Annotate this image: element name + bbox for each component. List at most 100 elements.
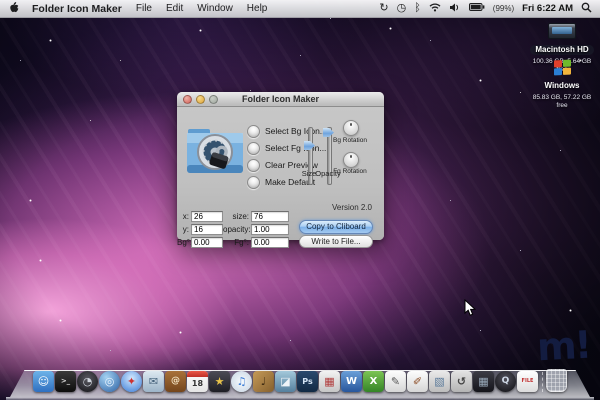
document-pen-icon: ✐ <box>413 376 422 387</box>
dock-item-document-pencil[interactable]: ✎ <box>385 371 406 392</box>
photoshop-icon: Ps <box>302 378 312 386</box>
wifi-icon[interactable] <box>429 2 441 15</box>
photo-file-icon: ▧ <box>434 376 444 387</box>
apple-menu[interactable] <box>9 1 20 17</box>
version-text: Version 2.0 <box>332 203 372 212</box>
dock-item-document-pen[interactable]: ✐ <box>407 371 428 392</box>
document-pencil-icon: ✎ <box>391 376 400 387</box>
menu-window[interactable]: Window <box>197 3 233 14</box>
app-dark-tiles-icon: ▦ <box>478 376 488 387</box>
bg-rotation-label: Bg Rotation <box>325 137 375 144</box>
menu-help[interactable]: Help <box>247 3 268 14</box>
app-rotate-box-icon: ↺ <box>457 376 466 387</box>
windows-logo-icon <box>554 60 571 76</box>
bluetooth-icon[interactable]: ᛒ <box>414 3 421 14</box>
window-titlebar[interactable]: Folder Icon Maker <box>177 92 384 107</box>
fg-deg-field[interactable] <box>251 237 289 248</box>
dock-item-mail[interactable]: ✉ <box>143 371 164 392</box>
fg-rotation-knob[interactable] <box>343 152 359 168</box>
dock-item-address-book[interactable]: @ <box>165 371 186 392</box>
mail-icon: ✉ <box>149 376 158 387</box>
minimize-button[interactable] <box>196 95 205 104</box>
dock-item-finder[interactable]: ☺ <box>33 371 54 392</box>
macupdate-watermark: m! <box>536 323 591 370</box>
opacity-slider-thumb[interactable] <box>323 128 334 137</box>
ical-icon: 18 <box>192 380 203 388</box>
menu-clock[interactable]: Fri 6:22 AM <box>522 3 573 14</box>
x-field[interactable] <box>191 211 223 222</box>
menu-bar: Folder Icon Maker File Edit Window Help … <box>0 0 600 18</box>
terminal-icon: >_ <box>61 378 70 385</box>
desktop-icon-windows[interactable]: Windows 85.83 GB, 57.22 GB free <box>530 60 594 110</box>
iphoto-icon: ◪ <box>280 376 290 387</box>
spotlight-icon[interactable] <box>581 2 592 16</box>
dock-item-app-sphere-lock[interactable]: ◎ <box>99 371 120 392</box>
volume-info: 85.83 GB, 57.22 GB free <box>530 94 594 110</box>
y-field-label: y: <box>177 225 189 234</box>
dock-item-app-colored-blocks[interactable]: ▦ <box>319 371 340 392</box>
dock-item-quicktime[interactable]: Q <box>495 371 516 392</box>
window-content: Select Bg Icon... Select Fg Icon... Clea… <box>177 107 384 240</box>
excel-icon: X <box>370 377 378 387</box>
volume-label: Macintosh HD <box>530 45 593 55</box>
folder-icon-maker-window: Folder Icon Maker <box>177 92 384 240</box>
itunes-icon: ♫ <box>237 376 247 387</box>
dock-item-photo-file[interactable]: ▧ <box>429 371 450 392</box>
sync-icon[interactable]: ↻ <box>379 3 388 14</box>
dock-item-ical[interactable]: 18 <box>187 371 208 392</box>
zoom-button[interactable] <box>209 95 218 104</box>
dock-item-app-rotate-box[interactable]: ↺ <box>451 371 472 392</box>
volume-icon[interactable] <box>449 3 461 15</box>
dock-item-word[interactable]: W <box>341 371 362 392</box>
garageband-icon: ♩ <box>261 376 266 387</box>
app-sphere-lock-icon: ◎ <box>105 376 115 387</box>
close-button[interactable] <box>183 95 192 104</box>
battery-percent: (99%) <box>493 4 514 13</box>
folder-preview <box>185 121 245 179</box>
word-icon: W <box>346 377 357 387</box>
copy-to-clipboard-button[interactable]: Copy to Cliboard <box>299 220 373 234</box>
bg-deg-field[interactable] <box>191 237 223 248</box>
dock-item-garageband[interactable]: ♩ <box>253 371 274 392</box>
dock-item-excel[interactable]: X <box>363 371 384 392</box>
volume-label: Windows <box>539 81 584 91</box>
quicktime-icon: Q <box>502 377 510 386</box>
finder-icon: ☺ <box>38 376 49 387</box>
opacity-field-label: opacity: <box>223 225 249 234</box>
round-button-bezel <box>247 159 260 172</box>
round-button-bezel <box>247 142 260 155</box>
dock-item-photoshop[interactable]: Ps <box>297 371 318 392</box>
dock-item-trash[interactable] <box>546 369 567 392</box>
round-button-bezel <box>247 125 260 138</box>
size-field[interactable] <box>251 211 289 222</box>
button-label: Select Bg Icon... <box>265 126 327 136</box>
dock-item-file-document[interactable]: FILE <box>517 371 538 392</box>
y-field[interactable] <box>191 224 223 235</box>
dock-item-safari[interactable]: ✦ <box>121 371 142 392</box>
mouse-cursor <box>464 299 476 322</box>
apple-logo-icon <box>9 1 20 14</box>
star-app-icon: ★ <box>215 376 225 387</box>
dock: ☺ >_ ◔ ◎ ✦ ✉ @18 ★ ♫ ♩ ◪ Ps ▦ W X ✎ ✐ ▧ ↺ ▦ Q FILE <box>0 366 600 400</box>
dock-item-itunes[interactable]: ♫ <box>231 371 252 392</box>
dashboard-clock-icon: ◔ <box>83 376 93 387</box>
dock-item-star-app[interactable]: ★ <box>209 371 230 392</box>
menu-app-name[interactable]: Folder Icon Maker <box>32 3 122 15</box>
round-button-bezel <box>247 176 260 189</box>
app-colored-blocks-icon: ▦ <box>324 376 334 387</box>
bg-rotation-knob[interactable] <box>343 120 359 136</box>
write-to-file-button[interactable]: Write to File... <box>299 235 373 248</box>
button-label: Select Fg Icon... <box>265 143 326 153</box>
menu-file[interactable]: File <box>136 3 152 14</box>
time-machine-icon[interactable]: ◷ <box>397 3 407 14</box>
hard-drive-icon <box>548 23 576 39</box>
dock-item-app-dark-tiles[interactable]: ▦ <box>473 371 494 392</box>
dock-item-iphoto[interactable]: ◪ <box>275 371 296 392</box>
dock-item-terminal[interactable]: >_ <box>55 371 76 392</box>
opacity-field[interactable] <box>251 224 289 235</box>
dock-icons: ☺ >_ ◔ ◎ ✦ ✉ @18 ★ ♫ ♩ ◪ Ps ▦ W X ✎ ✐ ▧ ↺ ▦ Q FILE <box>0 369 600 392</box>
dock-item-dashboard-clock[interactable]: ◔ <box>77 371 98 392</box>
battery-icon[interactable] <box>469 3 485 14</box>
menu-edit[interactable]: Edit <box>166 3 183 14</box>
size-slider-thumb[interactable] <box>304 141 315 150</box>
